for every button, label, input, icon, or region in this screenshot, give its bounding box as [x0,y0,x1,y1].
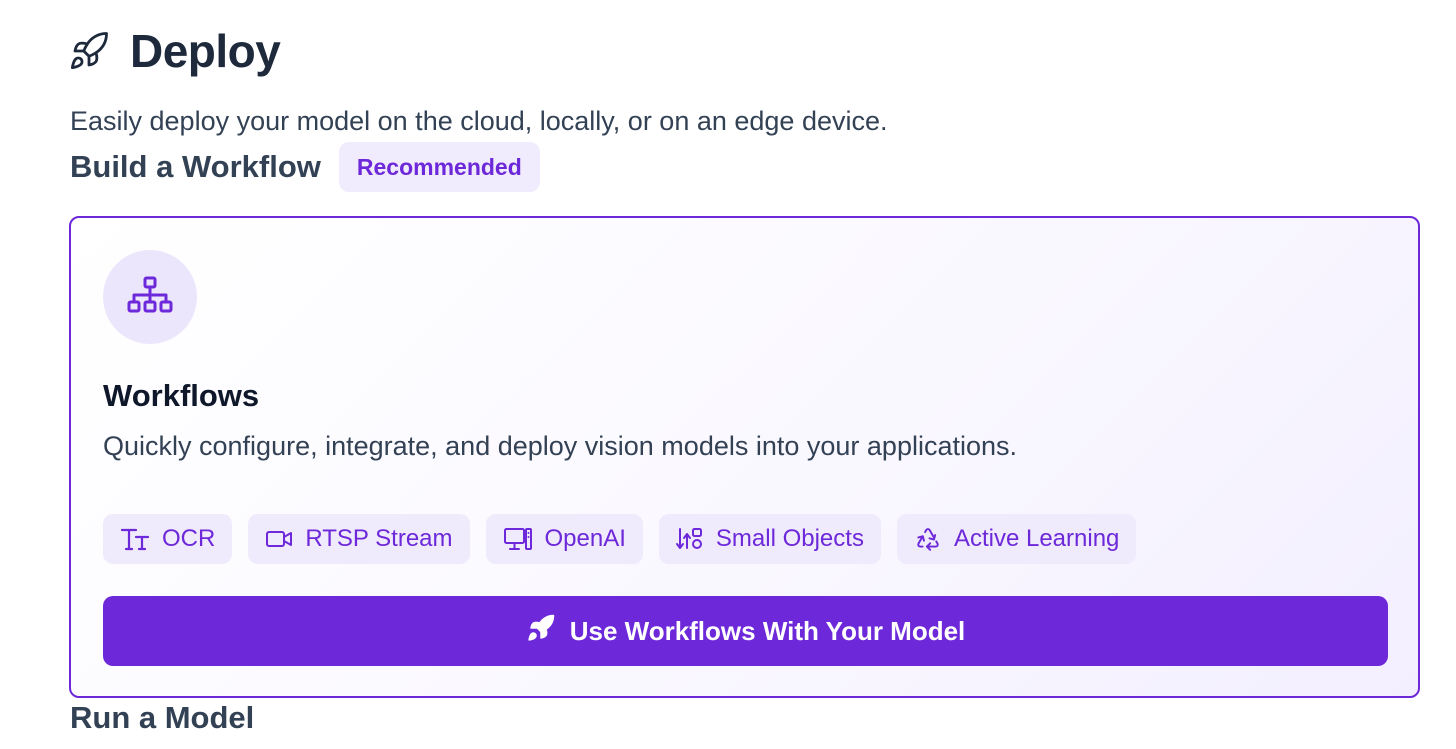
sort-shapes-icon [675,526,704,552]
workflows-icon-circle [103,250,197,344]
page-title: Deploy [130,25,281,77]
feature-tags: OCR RTSP Stream OpenAI Small Objects Act… [103,514,1137,564]
recommended-badge: Recommended [338,142,540,192]
recycle-icon [914,526,942,552]
use-workflows-button[interactable]: Use Workflows With Your Model [103,596,1388,666]
button-label: Use Workflows With Your Model [569,615,966,646]
tag-active-learning[interactable]: Active Learning [896,514,1137,564]
card-title: Workflows [103,378,260,413]
video-camera-icon [265,528,293,550]
text-size-icon [120,527,150,551]
card-description: Quickly configure, integrate, and deploy… [103,431,1018,461]
tag-label: OpenAI [544,525,626,552]
sitemap-icon [127,276,173,319]
tag-openai[interactable]: OpenAI [485,514,643,564]
computer-icon [503,526,533,552]
tag-label: RTSP Stream [305,525,453,552]
page-subtitle: Easily deploy your model on the cloud, l… [70,106,888,136]
tag-rtsp-stream[interactable]: RTSP Stream [248,514,470,564]
rocket-icon [68,27,112,75]
tag-label: OCR [162,525,216,552]
rocket-icon [526,613,556,650]
tag-label: Active Learning [953,525,1120,552]
run-model-section-title: Run a Model [70,700,255,735]
workflow-section-header: Build a Workflow Recommended [70,142,540,192]
page-header: Deploy [68,24,281,78]
deploy-page: Deploy Easily deploy your model on the c… [0,0,1456,749]
section-title: Build a Workflow [70,149,321,184]
tag-ocr[interactable]: OCR [103,514,233,564]
tag-label: Small Objects [715,525,864,552]
tag-small-objects[interactable]: Small Objects [658,514,881,564]
workflows-card[interactable]: Workflows Quickly configure, integrate, … [69,216,1420,698]
